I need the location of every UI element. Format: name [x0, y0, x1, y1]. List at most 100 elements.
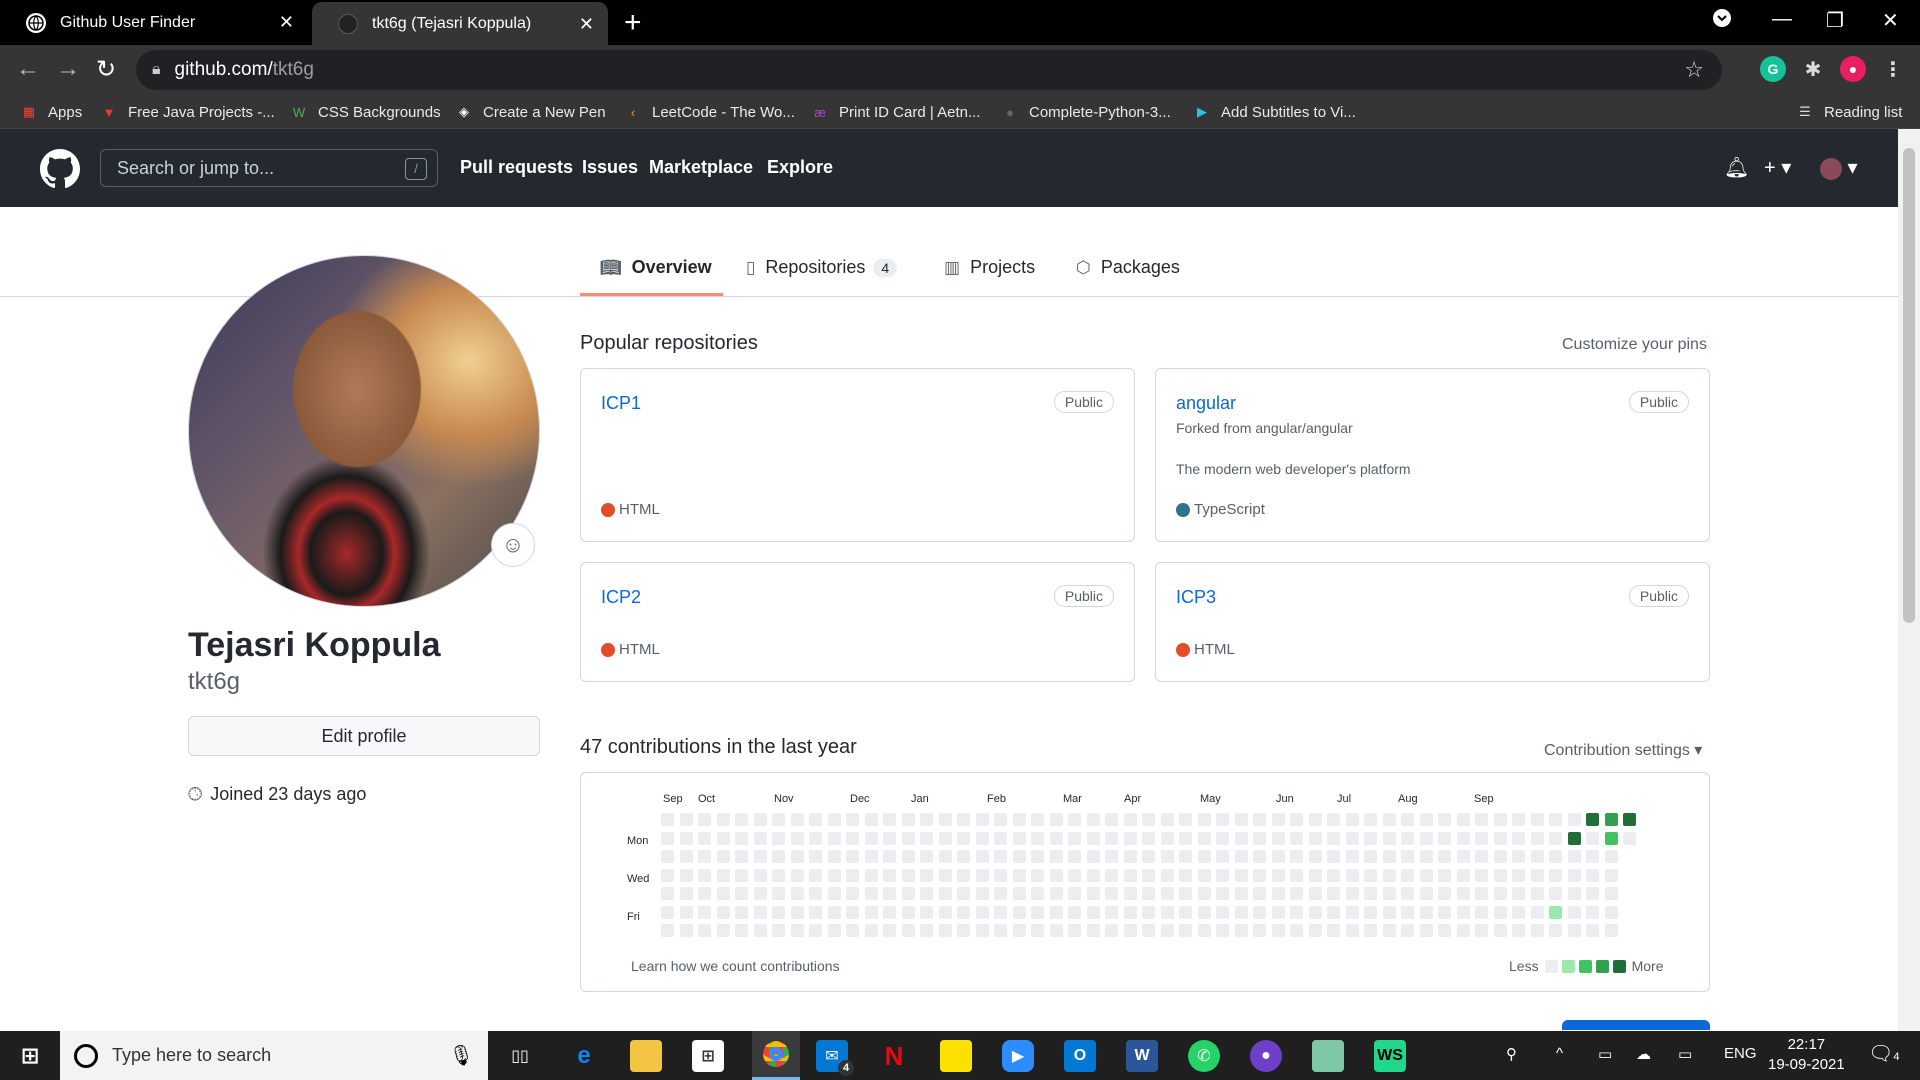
profile-avatar-photo[interactable]: [188, 255, 540, 607]
contribution-day-cell[interactable]: [1049, 831, 1063, 845]
contribution-day-cell[interactable]: [1567, 887, 1581, 900]
contribution-day-cell[interactable]: [1123, 905, 1137, 919]
contribution-day-cell[interactable]: [1345, 868, 1359, 882]
contribution-day-cell[interactable]: [698, 831, 711, 845]
contribution-day-cell[interactable]: [790, 887, 804, 900]
contribution-day-cell[interactable]: [1216, 831, 1229, 845]
contribution-day-cell[interactable]: [1031, 924, 1044, 937]
contribution-day-cell[interactable]: [1382, 850, 1396, 863]
contribution-day-cell[interactable]: [1123, 831, 1137, 845]
nav-marketplace[interactable]: Marketplace: [649, 157, 753, 178]
contribution-day-cell[interactable]: [753, 850, 767, 863]
contribution-day-cell[interactable]: [1549, 887, 1562, 900]
contribution-day-cell[interactable]: [1105, 868, 1118, 882]
bookmark-free-java[interactable]: ▼ Free Java Projects -...: [100, 103, 275, 121]
contribution-day-cell[interactable]: [661, 887, 674, 900]
contribution-day-cell[interactable]: [661, 813, 674, 826]
contribution-day-cell[interactable]: [864, 831, 878, 845]
contribution-day-cell[interactable]: [1142, 924, 1155, 937]
contribution-day-cell[interactable]: [975, 924, 989, 937]
contribution-day-cell[interactable]: [864, 868, 878, 882]
contribution-day-cell[interactable]: [679, 813, 693, 826]
contribution-day-cell[interactable]: [901, 831, 915, 845]
contribution-day-cell[interactable]: [883, 868, 896, 882]
contribution-day-cell[interactable]: [1105, 887, 1118, 900]
contribution-day-cell[interactable]: [1271, 813, 1285, 826]
contribution-day-cell[interactable]: [864, 905, 878, 919]
contribution-day-cell[interactable]: [809, 850, 822, 863]
contribution-day-cell[interactable]: [1512, 831, 1525, 845]
contribution-day-cell[interactable]: [1308, 831, 1322, 845]
bookmark-css-backgrounds[interactable]: W CSS Backgrounds: [290, 103, 441, 121]
contribution-day-cell[interactable]: [1197, 905, 1211, 919]
contribution-day-cell[interactable]: [1234, 813, 1248, 826]
contribution-day-cell[interactable]: [1382, 868, 1396, 882]
contribution-day-cell[interactable]: [1068, 831, 1081, 845]
contribution-day-cell[interactable]: [1197, 887, 1211, 900]
contribution-day-cell[interactable]: [901, 924, 915, 937]
contribution-day-cell[interactable]: [1290, 905, 1303, 919]
contribution-day-cell[interactable]: [1271, 924, 1285, 937]
repo-name-link[interactable]: ICP1: [601, 393, 641, 414]
contribution-day-cell[interactable]: [846, 924, 859, 937]
contribution-day-cell[interactable]: [1401, 905, 1414, 919]
contribution-day-cell[interactable]: [994, 905, 1007, 919]
contribution-day-cell[interactable]: [679, 924, 693, 937]
contribution-day-cell[interactable]: [1549, 813, 1562, 826]
contribution-day-cell[interactable]: [1475, 905, 1488, 919]
contribution-day-cell[interactable]: [1438, 850, 1451, 863]
contribution-day-cell[interactable]: [735, 831, 748, 845]
contribution-day-cell[interactable]: [1512, 924, 1525, 937]
sticky-notes-icon[interactable]: [940, 1040, 972, 1072]
contribution-day-cell[interactable]: [790, 850, 804, 863]
minimize-icon[interactable]: —: [1772, 8, 1792, 31]
contribution-day-cell[interactable]: [1586, 868, 1599, 882]
contribution-day-cell[interactable]: [957, 924, 970, 937]
contribution-day-cell[interactable]: [1049, 905, 1063, 919]
contribution-day-cell[interactable]: [679, 831, 693, 845]
bookmark-subtitles[interactable]: ▶ Add Subtitles to Vi...: [1193, 103, 1356, 121]
contribution-day-cell[interactable]: [1160, 887, 1174, 900]
contribution-day-cell[interactable]: [1512, 850, 1525, 863]
contribution-day-cell[interactable]: [1475, 850, 1488, 863]
contribution-day-cell[interactable]: [1253, 813, 1266, 826]
contribution-day-cell[interactable]: [1438, 924, 1451, 937]
contribution-day-cell[interactable]: [1049, 924, 1063, 937]
contribution-day-cell[interactable]: [1327, 850, 1340, 863]
contribution-day-cell[interactable]: [698, 887, 711, 900]
contribution-day-cell[interactable]: [679, 868, 693, 882]
contribution-day-cell[interactable]: [790, 831, 804, 845]
contribution-day-cell[interactable]: [1142, 905, 1155, 919]
contribution-day-cell[interactable]: [1234, 850, 1248, 863]
contribution-day-cell[interactable]: [920, 868, 933, 882]
bookmark-print-id[interactable]: æ Print ID Card | Aetn...: [811, 103, 980, 121]
notifications-bell-icon[interactable]: 🔔︎: [1724, 155, 1749, 180]
contribution-day-cell[interactable]: [883, 887, 896, 900]
contribution-day-cell[interactable]: [1549, 850, 1562, 863]
contribution-day-cell[interactable]: [1475, 924, 1488, 937]
contribution-day-cell[interactable]: [994, 850, 1007, 863]
contribution-day-cell[interactable]: [1123, 887, 1137, 900]
contribution-day-cell[interactable]: [809, 831, 822, 845]
contribution-day-cell[interactable]: [1253, 868, 1266, 882]
contribution-day-cell[interactable]: [1234, 831, 1248, 845]
contribution-day-cell[interactable]: [901, 905, 915, 919]
repo-name-link[interactable]: angular: [1176, 393, 1236, 414]
contribution-day-cell[interactable]: [1401, 813, 1414, 826]
contribution-day-cell[interactable]: [1290, 813, 1303, 826]
contribution-day-cell[interactable]: [1234, 868, 1248, 882]
contribution-day-cell[interactable]: [772, 813, 785, 826]
contribution-day-cell[interactable]: [790, 868, 804, 882]
contribution-day-cell[interactable]: [661, 831, 674, 845]
contribution-day-cell[interactable]: [1253, 924, 1266, 937]
contribution-day-cell[interactable]: [1160, 905, 1174, 919]
outlook-icon[interactable]: O: [1064, 1040, 1096, 1072]
contribution-day-cell[interactable]: [1068, 924, 1081, 937]
contribution-day-cell[interactable]: [1068, 850, 1081, 863]
contribution-day-cell[interactable]: [1271, 850, 1285, 863]
task-view-icon[interactable]: ▯▯: [504, 1040, 536, 1072]
contribution-day-cell[interactable]: [827, 868, 841, 882]
contribution-day-cell[interactable]: [1493, 850, 1507, 863]
reload-icon[interactable]: ↻: [96, 55, 116, 84]
contribution-day-cell[interactable]: [938, 813, 952, 826]
